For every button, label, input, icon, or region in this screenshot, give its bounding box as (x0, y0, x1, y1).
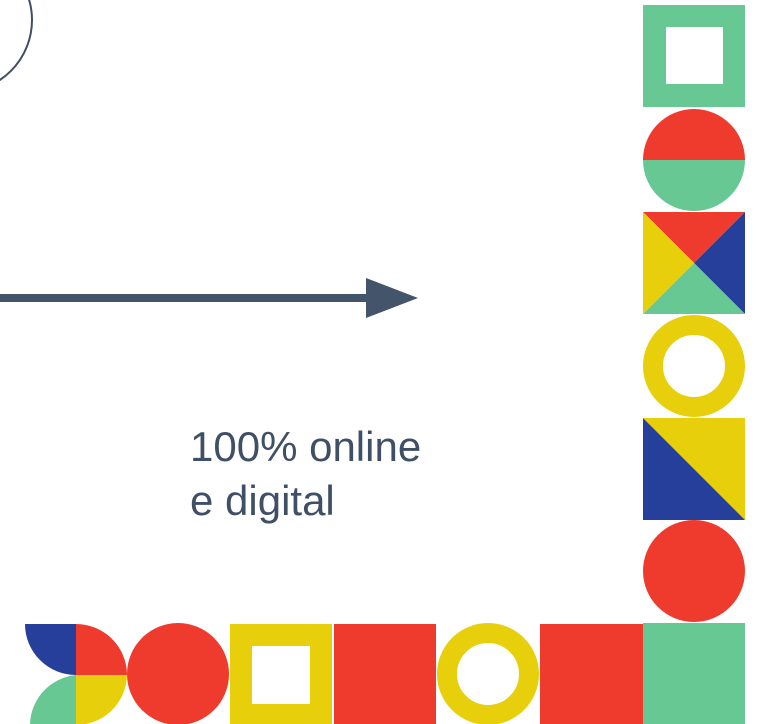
square-icon (334, 624, 436, 724)
ring-icon (643, 315, 745, 417)
square-icon (540, 624, 643, 724)
circle-outline-icon (0, 0, 33, 82)
square-frame-icon (643, 5, 745, 107)
caption-text: 100% online e digital (190, 420, 421, 528)
bottom-tile-row (25, 623, 643, 724)
arrow-right-icon (0, 278, 418, 318)
caption-line-2: e digital (190, 477, 335, 524)
half-circle-tile-icon (643, 109, 745, 211)
square-frame-icon (230, 624, 332, 724)
graphic-canvas (0, 0, 745, 724)
caption-line-1: 100% online (190, 423, 422, 470)
triangle-quad-icon (643, 212, 745, 314)
quarter-circles-icon (25, 624, 127, 724)
circle-icon (643, 520, 745, 622)
right-tile-column (643, 5, 745, 724)
diagonal-split-icon (643, 418, 745, 520)
ring-icon (437, 623, 539, 724)
circle-pair-icon (127, 623, 229, 724)
square-icon (643, 623, 745, 724)
